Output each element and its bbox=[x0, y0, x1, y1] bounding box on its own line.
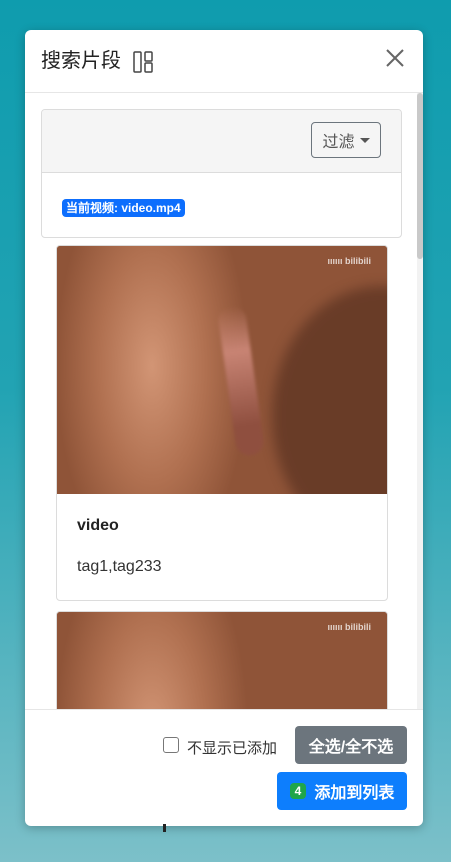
search-clips-modal: 搜索片段 过滤 当前视频: video.mp4 ıııııı bilibili … bbox=[25, 30, 423, 826]
add-to-list-button[interactable]: 4 添加到列表 bbox=[277, 772, 407, 810]
clip-thumbnail: ıııııı bilibili bbox=[57, 246, 387, 494]
filter-button-label: 过滤 bbox=[322, 134, 355, 151]
thumbnail-shadow bbox=[272, 286, 387, 494]
select-all-label: 全选/全不选 bbox=[308, 739, 394, 756]
add-to-list-label: 添加到列表 bbox=[314, 785, 395, 802]
select-all-button[interactable]: 全选/全不选 bbox=[295, 726, 407, 764]
clip-card[interactable]: ıııııı bilibili video tag1,tag233 bbox=[56, 245, 388, 601]
hide-added-checkbox[interactable] bbox=[163, 737, 179, 753]
watermark-logo: ıııııı bilibili bbox=[327, 622, 371, 632]
layout-toggle-icon[interactable] bbox=[133, 51, 153, 73]
caret-down-icon bbox=[359, 137, 370, 143]
hide-added-label[interactable]: 不显示已添加 bbox=[187, 737, 277, 758]
clip-card[interactable]: ıııııı bilibili bbox=[56, 611, 388, 709]
close-icon[interactable] bbox=[385, 47, 405, 69]
modal-footer: 不显示已添加 全选/全不选 4 添加到列表 bbox=[25, 709, 423, 826]
modal-header: 搜索片段 bbox=[25, 30, 423, 93]
clip-tags: tag1,tag233 bbox=[77, 558, 162, 575]
scrollbar[interactable] bbox=[417, 93, 423, 709]
clip-title: video bbox=[77, 517, 119, 534]
modal-body[interactable]: 过滤 当前视频: video.mp4 ıııııı bilibili video… bbox=[25, 93, 423, 709]
clip-thumbnail: ıııııı bilibili bbox=[57, 612, 387, 709]
thumbnail-object bbox=[216, 304, 266, 458]
scrollbar-thumb[interactable] bbox=[417, 93, 423, 259]
modal-title: 搜索片段 bbox=[41, 50, 121, 72]
filter-dropdown-button[interactable]: 过滤 bbox=[311, 122, 381, 158]
selected-count-badge: 4 bbox=[289, 783, 307, 799]
watermark-logo: ıııııı bilibili bbox=[327, 256, 371, 266]
filter-card: 过滤 当前视频: video.mp4 bbox=[41, 109, 402, 238]
current-video-badge: 当前视频: video.mp4 bbox=[62, 199, 185, 217]
background-mark bbox=[163, 824, 166, 832]
filter-header: 过滤 bbox=[42, 110, 401, 173]
